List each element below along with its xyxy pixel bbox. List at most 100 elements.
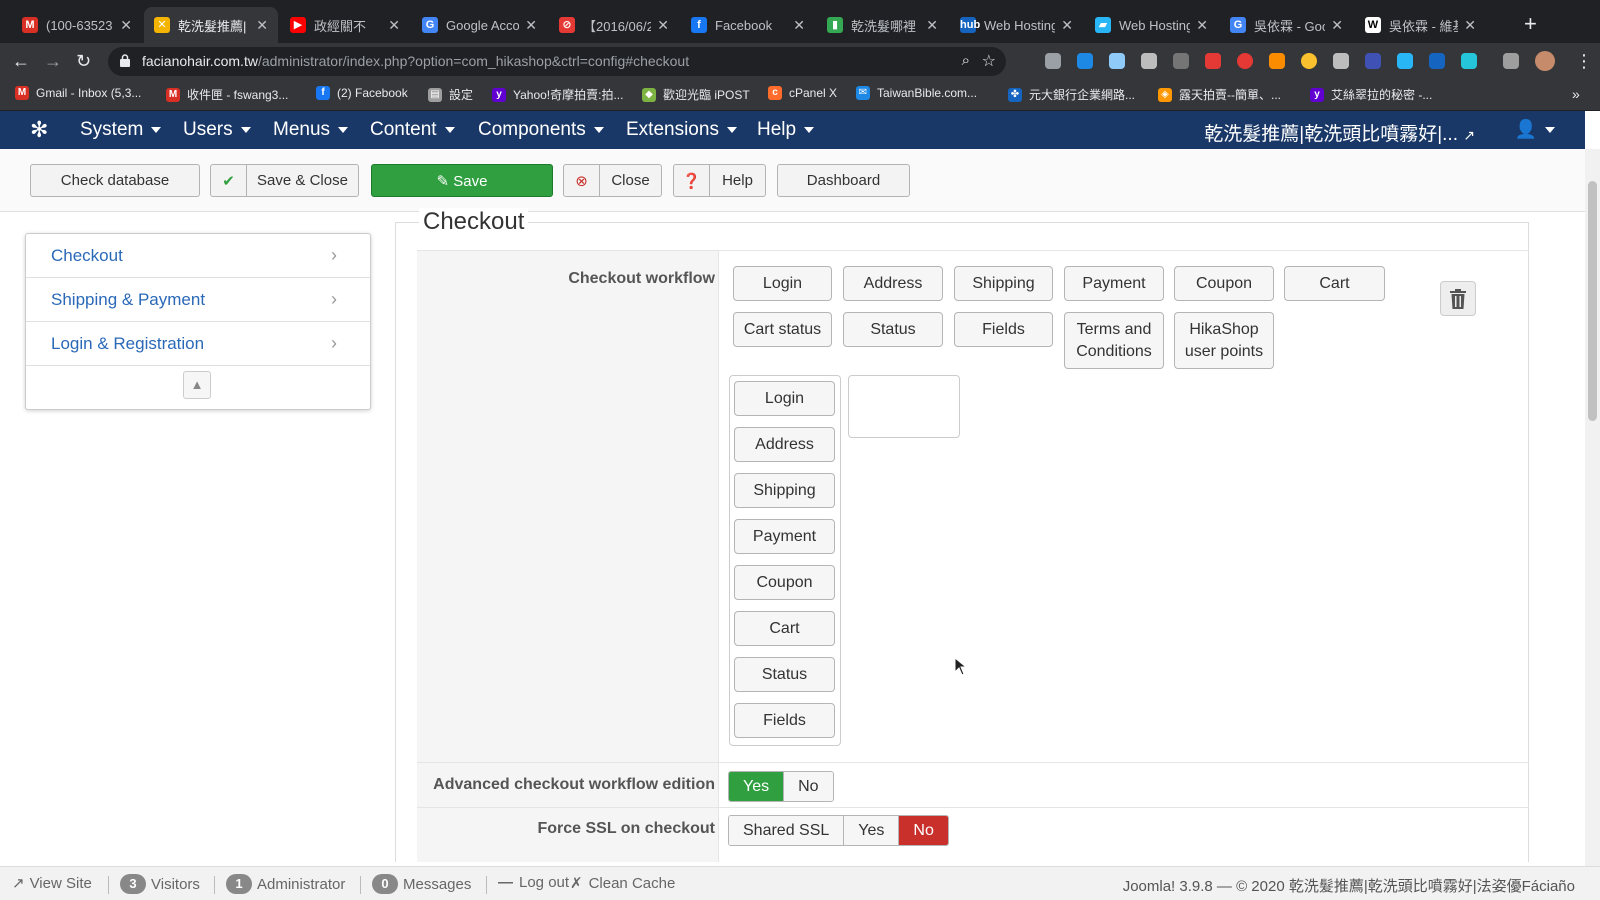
extension-grid-icon[interactable] xyxy=(1333,53,1349,69)
bookmark-item[interactable]: y Yahoo!奇摩拍賣:拍... xyxy=(492,86,623,103)
admin-menu-components[interactable]: Components xyxy=(478,119,604,141)
browser-tab[interactable]: G 吳依霖 - Goo ✕ xyxy=(1220,7,1353,43)
workflow-block[interactable]: Cart xyxy=(1284,266,1385,301)
tab-close-icon[interactable]: ✕ xyxy=(1196,17,1208,34)
reading-list-icon[interactable] xyxy=(1503,53,1519,69)
back-icon[interactable]: ← xyxy=(12,51,30,71)
tab-close-icon[interactable]: ✕ xyxy=(793,17,805,34)
extension-adblock-icon[interactable] xyxy=(1237,53,1253,69)
bookmark-item[interactable]: ▤ 設定 xyxy=(428,86,473,103)
extension-user-icon[interactable] xyxy=(1109,53,1125,69)
workflow-block[interactable]: Coupon xyxy=(1174,266,1274,301)
browser-tab[interactable]: G Google Acco ✕ xyxy=(412,7,547,43)
reload-icon[interactable]: ↻ xyxy=(76,51,91,71)
browser-menu-icon[interactable]: ⋮ xyxy=(1575,51,1593,71)
workflow-step-block[interactable]: Address xyxy=(734,427,835,462)
help-button[interactable]: ❓ Help xyxy=(673,164,766,197)
trash-icon[interactable] xyxy=(1440,281,1476,316)
tab-close-icon[interactable]: ✕ xyxy=(926,17,938,34)
tab-close-icon[interactable]: ✕ xyxy=(388,17,400,34)
workflow-step-block[interactable]: Cart xyxy=(734,611,835,646)
forward-icon[interactable]: → xyxy=(44,51,62,71)
browser-tab[interactable]: W 吳依霖 - 維基 ✕ xyxy=(1355,7,1486,43)
workflow-block[interactable]: Status xyxy=(843,312,943,347)
extension-box-icon[interactable] xyxy=(1365,53,1381,69)
admin-menu-users[interactable]: Users xyxy=(183,119,251,141)
bookmark-item[interactable]: M Gmail - Inbox (5,3... xyxy=(15,86,141,100)
close-button[interactable]: ⊗ Close xyxy=(563,164,662,197)
workflow-block[interactable]: Payment xyxy=(1064,266,1164,301)
extension-cloud-icon[interactable] xyxy=(1141,53,1157,69)
extension-check-icon[interactable] xyxy=(1397,53,1413,69)
zoom-icon[interactable]: ⌕ xyxy=(962,52,970,69)
workflow-block[interactable]: Shipping xyxy=(954,266,1053,301)
advanced-workflow-option[interactable]: Yes xyxy=(729,772,785,801)
browser-tab[interactable]: ✕ 乾洗髮推薦| ✕ xyxy=(144,7,278,43)
workflow-step-block[interactable]: Coupon xyxy=(734,565,835,600)
tab-close-icon[interactable]: ✕ xyxy=(1464,17,1476,34)
force-ssl-option[interactable]: No xyxy=(899,816,948,845)
extension-xx-icon[interactable] xyxy=(1429,53,1445,69)
browser-tab[interactable]: ▶ 政經關不 ✕ xyxy=(280,7,410,43)
sidenav-item[interactable]: Login & Registration › xyxy=(26,322,370,366)
check-database-button[interactable]: Check database xyxy=(30,164,200,197)
admin-menu-content[interactable]: Content xyxy=(370,119,455,141)
profile-avatar[interactable] xyxy=(1535,51,1555,71)
extension-search-icon[interactable] xyxy=(1269,53,1285,69)
workflow-block[interactable]: Cart status xyxy=(733,312,832,347)
bookmark-item[interactable]: ✤ 元大銀行企業網路... xyxy=(1008,86,1135,103)
browser-tab[interactable]: hub Web Hosting ✕ xyxy=(950,7,1083,43)
logout-link[interactable]: — Log out xyxy=(498,874,569,891)
browser-tab[interactable]: M (100-63523 ✕ xyxy=(12,7,142,43)
admin-menu-help[interactable]: Help xyxy=(757,119,815,141)
tab-close-icon[interactable]: ✕ xyxy=(525,17,537,34)
admin-menu-system[interactable]: System xyxy=(80,119,162,141)
workflow-block[interactable]: Fields xyxy=(954,312,1053,347)
advanced-workflow-option[interactable]: No xyxy=(784,772,833,801)
bookmark-item[interactable]: M 收件匣 - fswang3... xyxy=(166,86,288,103)
new-tab-button[interactable]: + xyxy=(1524,11,1537,37)
page-scrollbar[interactable] xyxy=(1585,149,1600,866)
bookmark-item[interactable]: f (2) Facebook xyxy=(316,86,408,100)
tab-close-icon[interactable]: ✕ xyxy=(657,17,669,34)
browser-tab[interactable]: ⊘ 【2016/06/2 ✕ xyxy=(549,7,679,43)
extension-drive-icon[interactable] xyxy=(1045,53,1061,69)
view-site-link[interactable]: ↗ View Site xyxy=(12,874,92,893)
browser-tab[interactable]: ▰ Web Hosting ✕ xyxy=(1085,7,1218,43)
bookmark-item[interactable]: ✉ TaiwanBible.com... xyxy=(856,86,977,100)
bookmark-item[interactable]: c cPanel X xyxy=(768,86,837,100)
workflow-block[interactable]: HikaShop user points xyxy=(1174,312,1274,369)
force-ssl-option[interactable]: Yes xyxy=(844,816,900,845)
tab-close-icon[interactable]: ✕ xyxy=(1331,17,1343,34)
save-close-button[interactable]: ✔ Save & Close xyxy=(210,164,359,197)
force-ssl-option[interactable]: Shared SSL xyxy=(729,816,845,845)
save-button[interactable]: ✎ Save xyxy=(371,164,553,197)
admin-menu-extensions[interactable]: Extensions xyxy=(626,119,737,141)
browser-tab[interactable]: ▮ 乾洗髮哪裡 ✕ xyxy=(817,7,948,43)
sidenav-item[interactable]: Checkout › xyxy=(26,234,370,278)
extension-s-icon[interactable] xyxy=(1461,53,1477,69)
administrator-link[interactable]: 1 Administrator xyxy=(226,874,345,894)
bookmark-item[interactable]: y 艾絲翠拉的秘密 -... xyxy=(1310,86,1432,103)
visitors-link[interactable]: 3 Visitors xyxy=(120,874,200,894)
user-menu-icon[interactable]: 👤 xyxy=(1515,119,1555,140)
workflow-step-block[interactable]: Login xyxy=(734,381,835,416)
joomla-logo-icon[interactable]: ✻ xyxy=(30,117,48,143)
extension-dot-icon[interactable] xyxy=(1301,53,1317,69)
workflow-step-block[interactable]: Payment xyxy=(734,519,835,554)
tab-close-icon[interactable]: ✕ xyxy=(256,17,268,34)
workflow-block[interactable]: Address xyxy=(843,266,943,301)
sidenav-item[interactable]: Shipping & Payment › xyxy=(26,278,370,322)
bookmarks-more-icon[interactable]: » xyxy=(1572,86,1580,102)
extension-new-icon[interactable] xyxy=(1205,53,1221,69)
bookmark-item[interactable]: ◆ 歡迎光臨 iPOST xyxy=(642,86,750,103)
workflow-step-block[interactable]: Fields xyxy=(734,703,835,738)
site-name-link[interactable]: 乾洗髮推薦|乾洗頭比噴霧好|... ↗ xyxy=(1204,119,1475,146)
dashboard-button[interactable]: Dashboard xyxy=(777,164,910,197)
messages-link[interactable]: 0 Messages xyxy=(372,874,471,894)
admin-menu-menus[interactable]: Menus xyxy=(273,119,349,141)
workflow-empty-column[interactable] xyxy=(848,375,960,438)
workflow-block[interactable]: Login xyxy=(733,266,832,301)
bookmark-item[interactable]: ◈ 露天拍賣--簡單、... xyxy=(1158,86,1281,103)
scrollbar-thumb[interactable] xyxy=(1588,181,1597,421)
